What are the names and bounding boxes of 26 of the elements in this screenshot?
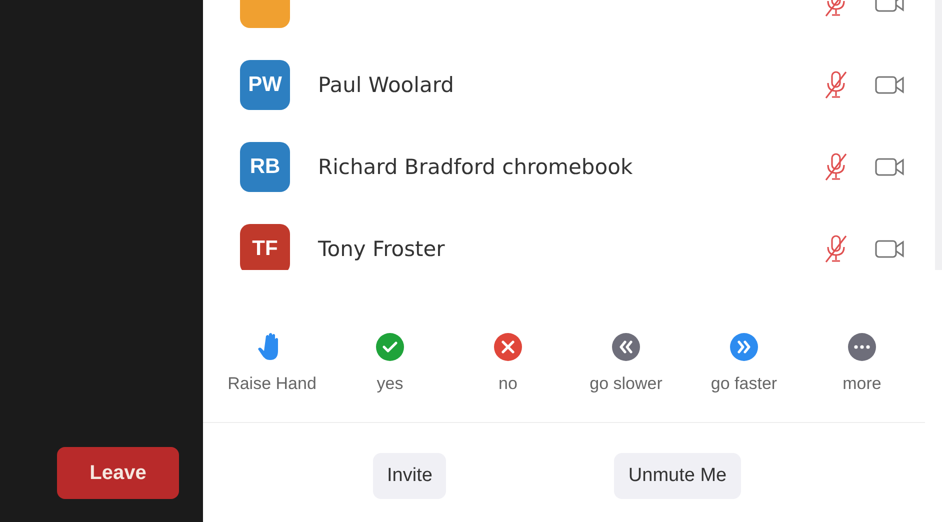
double-left-chevron-icon xyxy=(611,332,641,362)
invite-button[interactable]: Invite xyxy=(373,453,446,499)
reaction-button[interactable]: more xyxy=(803,332,921,422)
avatar: PW xyxy=(240,60,290,110)
avatar: RB xyxy=(240,142,290,192)
avatar: TF xyxy=(240,224,290,270)
reaction-button[interactable]: no xyxy=(449,332,567,422)
video-camera-icon[interactable] xyxy=(875,75,905,95)
reaction-button[interactable]: Raise Hand xyxy=(213,332,331,422)
participant-name: Paul Woolard xyxy=(318,73,455,97)
reaction-button[interactable]: yes xyxy=(331,332,449,422)
muted-microphone-icon[interactable] xyxy=(823,234,849,264)
participant-name: Richard Bradford chromebook xyxy=(318,155,634,179)
video-camera-icon[interactable] xyxy=(875,239,905,259)
checkmark-icon xyxy=(375,332,405,362)
double-right-chevron-icon xyxy=(729,332,759,362)
more-icon xyxy=(847,332,877,362)
leave-button[interactable]: Leave xyxy=(57,447,179,499)
muted-microphone-icon[interactable] xyxy=(823,152,849,182)
participant-name: Tony Froster xyxy=(318,237,446,261)
reaction-button[interactable]: go faster xyxy=(685,332,803,422)
cross-icon xyxy=(493,332,523,362)
video-camera-icon[interactable] xyxy=(875,157,905,177)
unmute-button[interactable]: Unmute Me xyxy=(614,453,741,499)
muted-microphone-icon[interactable] xyxy=(823,70,849,100)
reaction-button[interactable]: go slower xyxy=(567,332,685,422)
